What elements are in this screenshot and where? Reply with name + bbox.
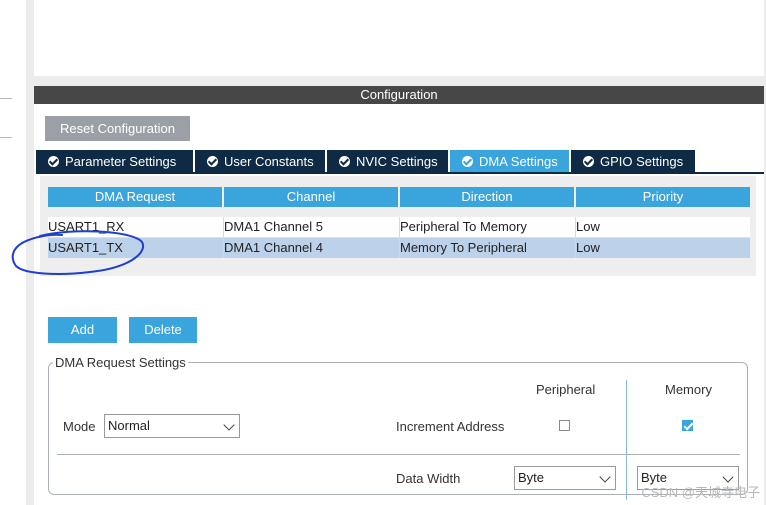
top-view-area [34,0,764,76]
cell-direction: Memory To Peripheral [400,238,576,258]
check-circle-icon [339,155,350,167]
configuration-header: Configuration [34,86,764,104]
check-circle-icon [48,155,59,167]
add-button[interactable]: Add [48,317,117,343]
peripheral-increment-checkbox[interactable] [559,420,570,431]
column-header-channel[interactable]: Channel [224,187,400,207]
tab-label: NVIC Settings [356,153,438,169]
peripheral-data-width-value: Byte [518,470,545,485]
data-width-label: Data Width [396,471,461,486]
chevron-down-icon [599,471,611,483]
settings-divider [57,454,740,455]
cell-priority: Low [576,219,600,234]
cell-priority: Low [576,240,600,255]
cell-channel: DMA1 Channel 4 [224,238,400,258]
tab-underline [36,172,764,174]
tab-nvic-settings[interactable]: NVIC Settings [327,150,448,172]
left-divider [0,137,12,138]
mode-label: Mode [63,419,96,434]
tab-label: Parameter Settings [65,153,177,169]
watermark: CSDN @天城寺电子 [641,485,760,500]
chevron-down-icon [722,471,734,483]
check-circle-icon [583,155,594,167]
increment-address-label: Increment Address [396,419,505,434]
column-header-direction[interactable]: Direction [400,187,576,207]
cell-direction: Peripheral To Memory [400,217,576,237]
column-header-priority[interactable]: Priority [576,187,750,207]
dma-table-rows: USART1_RX DMA1 Channel 5 Peripheral To M… [48,217,750,258]
tab-label: User Constants [224,153,314,169]
dma-request-settings-legend: DMA Request Settings [55,355,186,370]
tab-parameter-settings[interactable]: Parameter Settings [36,150,193,172]
tab-gpio-settings[interactable]: GPIO Settings [571,150,695,172]
mode-select-value: Normal [108,418,150,433]
dma-table-header: DMA Request Channel Direction Priority [48,187,750,207]
tab-user-constants[interactable]: User Constants [195,150,325,172]
column-header-dma-request[interactable]: DMA Request [48,187,224,207]
memory-column-label: Memory [665,382,712,397]
check-circle-icon [207,155,218,167]
tab-dma-settings[interactable]: DMA Settings [450,150,569,172]
tab-label: GPIO Settings [600,153,684,169]
hand-drawn-circle-annotation [11,230,145,275]
peripheral-column-label: Peripheral [536,382,596,397]
mode-select[interactable]: Normal [104,414,240,438]
delete-button[interactable]: Delete [129,317,197,343]
memory-increment-checkbox[interactable] [682,420,693,431]
tab-label: DMA Settings [479,153,558,169]
left-divider [0,98,12,99]
table-row[interactable]: USART1_RX DMA1 Channel 5 Peripheral To M… [48,217,750,237]
peripheral-data-width-select[interactable]: Byte [514,466,616,490]
column-divider [626,380,627,500]
reset-configuration-button[interactable]: Reset Configuration [45,116,190,141]
table-row-selected[interactable]: USART1_TX DMA1 Channel 4 Memory To Perip… [48,238,750,258]
cell-channel: DMA1 Channel 5 [224,217,400,237]
check-circle-icon [462,155,473,167]
settings-tabs: Parameter Settings User Constants NVIC S… [36,150,695,172]
chevron-down-icon [223,419,235,431]
